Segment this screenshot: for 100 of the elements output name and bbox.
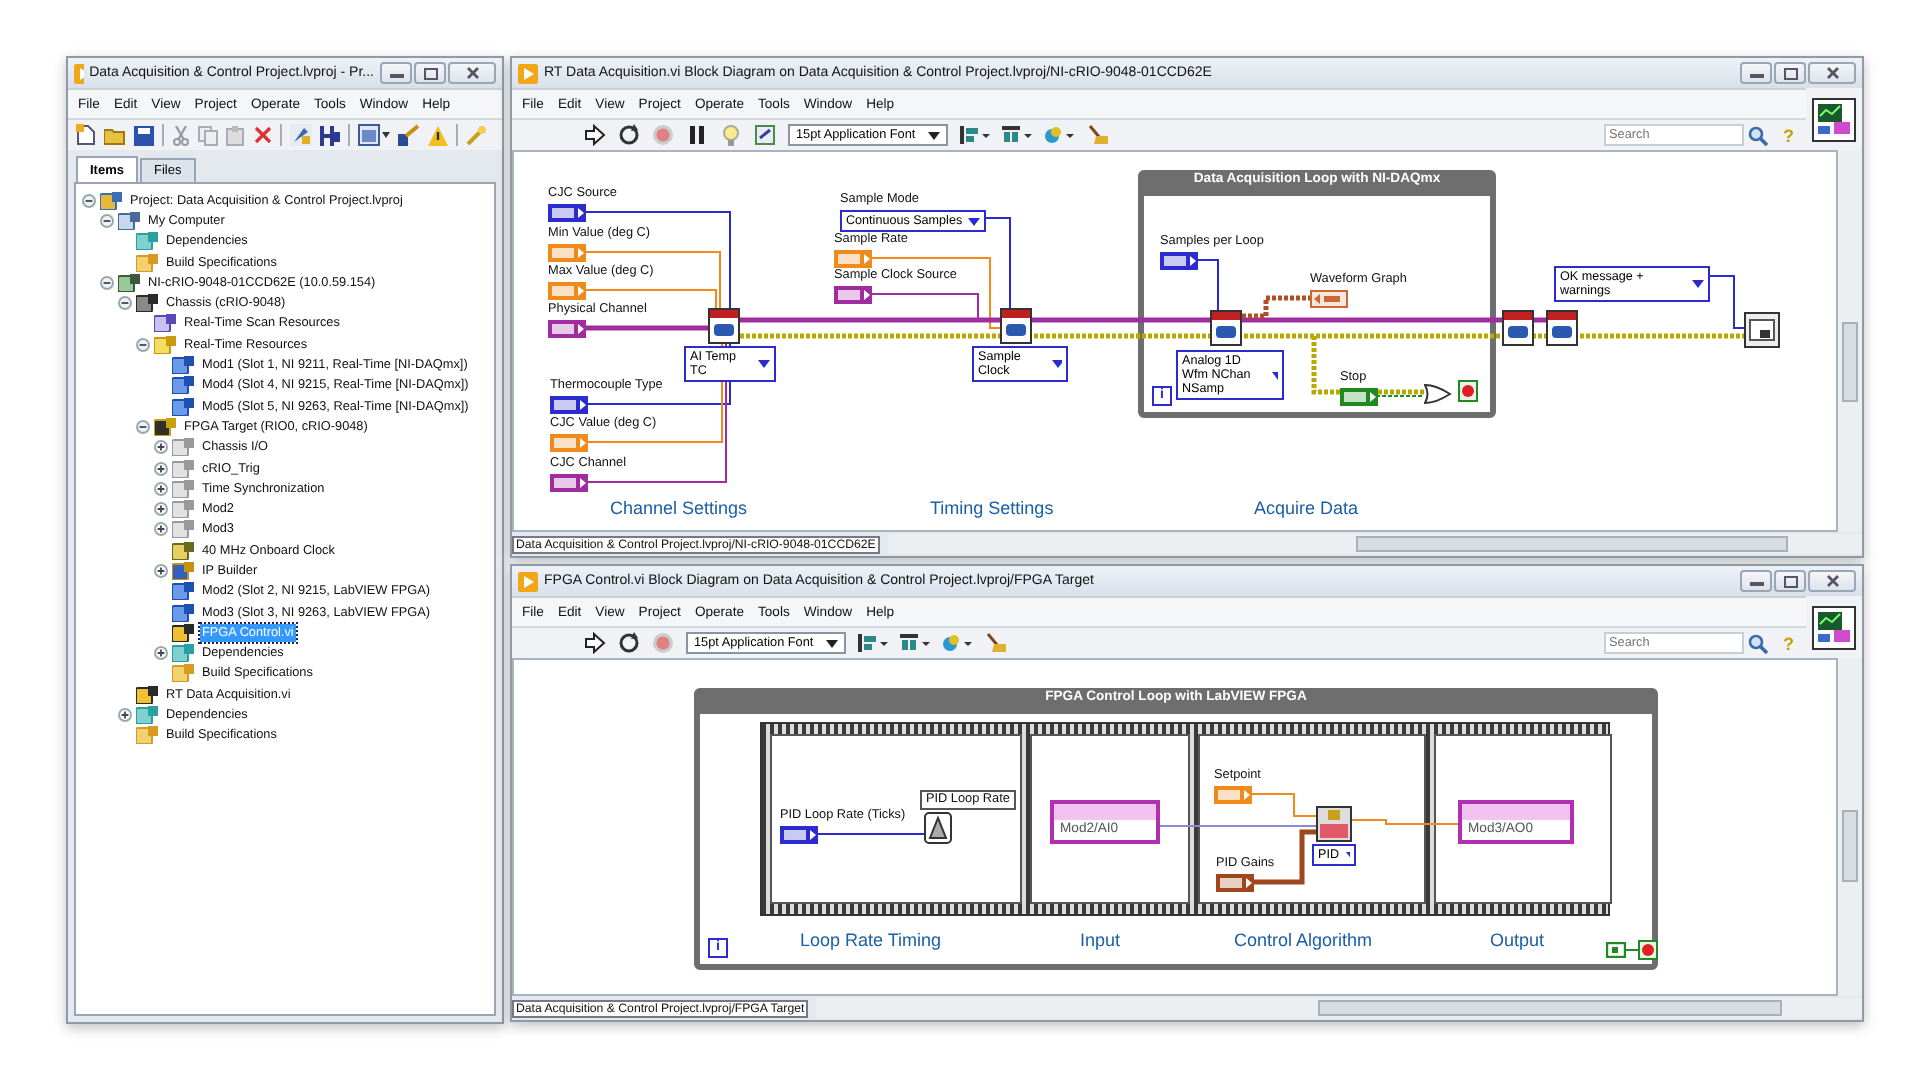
expand-toggle-icon[interactable] [154,522,168,537]
align-icon[interactable] [959,124,990,146]
run-arrow-icon[interactable] [584,124,606,146]
light-bulb-icon[interactable] [720,124,742,146]
collapse-toggle-icon[interactable] [118,296,132,311]
close-button[interactable] [1808,570,1856,592]
error-handler-icon [1744,312,1780,348]
maximize-icon [423,67,437,79]
boolean-terminal-icon [1606,942,1626,958]
save-icon[interactable] [134,125,154,145]
section-heading: Input [1080,930,1121,950]
deploy-icon[interactable] [320,125,340,145]
caret-icon [1051,360,1062,368]
app-icon [74,63,84,83]
app-icon [518,63,538,83]
search-icon[interactable] [1747,125,1767,145]
folder-icon [172,500,194,519]
probe-icon[interactable] [754,124,776,146]
section-heading: Loop Rate Timing [800,930,942,950]
connector-pane-icon [1812,605,1856,649]
expand-toggle-icon[interactable] [154,563,168,578]
search-icon[interactable] [1747,633,1767,653]
page-icon[interactable] [76,124,96,146]
maximize-icon [1783,67,1797,79]
folder-icon [172,438,194,457]
close-button[interactable] [1808,62,1856,84]
expand-toggle-icon[interactable] [118,708,132,723]
section-heading: Timing Settings [930,498,1054,518]
collapse-toggle-icon[interactable] [100,213,114,228]
close-icon [1825,574,1839,588]
expand-toggle-icon[interactable] [154,440,168,455]
expand-toggle-icon[interactable] [154,646,168,661]
distribute-icon[interactable] [1001,124,1032,146]
close-button[interactable] [448,62,496,84]
collapse-toggle-icon[interactable] [136,419,150,434]
pid-node-icon [1316,806,1352,842]
function-node-icon [1000,308,1032,344]
minimize-icon [1749,576,1763,586]
collapse-toggle-icon[interactable] [82,193,96,208]
close-icon [465,66,479,80]
wire [1709,275,1745,329]
wire [1625,949,1639,951]
horizontal-scrollbar[interactable] [887,534,1862,554]
delete-icon[interactable] [254,126,272,144]
function-node-icon [1502,310,1534,346]
wire [1351,819,1459,825]
section-heading: Channel Settings [610,498,748,518]
folder-icon [172,520,194,539]
caret-icon [1272,371,1278,379]
minimize-button[interactable] [1740,570,1772,592]
caret-icon [758,360,770,368]
circular-arrows-icon[interactable] [618,632,640,654]
stop-terminal-icon [1638,940,1658,960]
run-arrow-icon[interactable] [584,632,606,654]
circular-arrows-icon[interactable] [618,124,640,146]
expand-toggle-icon[interactable] [154,481,168,496]
section-heading: Output [1490,930,1545,950]
caret-icon [968,217,981,225]
build-icon[interactable] [290,124,312,146]
view-icon[interactable] [358,124,390,146]
pause-icon[interactable] [686,124,708,146]
minimize-icon [1749,68,1763,78]
tools-icon[interactable] [398,124,420,146]
wire [584,325,708,331]
warning-icon[interactable] [428,125,448,145]
minimize-button[interactable] [380,62,412,84]
caret-icon [1345,851,1350,859]
stop-terminal-icon [1458,380,1478,402]
vertical-scrollbar[interactable] [1838,658,1862,996]
expand-toggle-icon[interactable] [154,502,168,517]
reorder-icon[interactable] [941,632,972,654]
caret-icon [825,639,838,647]
vertical-scrollbar[interactable] [1838,150,1862,532]
expand-toggle-icon[interactable] [154,461,168,475]
folder-icon [172,459,194,477]
or-gate-icon [1424,384,1452,404]
reorder-icon[interactable] [1043,124,1074,146]
wire [1195,259,1219,311]
broom-icon[interactable] [1085,124,1110,146]
function-node-icon [1210,310,1242,346]
maximize-button[interactable] [414,62,446,84]
section-heading: Control Algorithm [1234,930,1373,950]
app-icon [518,571,538,591]
broom-icon[interactable] [983,632,1008,654]
timer-node-icon [924,812,952,844]
maximize-button[interactable] [1774,62,1806,84]
caret-icon [1692,280,1704,288]
collapse-toggle-icon[interactable] [136,337,150,352]
wire [1249,793,1317,817]
maximize-icon [1783,575,1797,587]
horizontal-scrollbar[interactable] [816,998,1862,1018]
align-icon[interactable] [857,632,888,654]
function-node-icon [1546,310,1578,346]
minimize-button[interactable] [1740,62,1772,84]
distribute-icon[interactable] [899,632,930,654]
maximize-button[interactable] [1774,570,1806,592]
close-icon [1825,66,1839,80]
folder-icon[interactable] [104,125,126,145]
wire [815,833,925,835]
collapse-toggle-icon[interactable] [100,275,114,290]
